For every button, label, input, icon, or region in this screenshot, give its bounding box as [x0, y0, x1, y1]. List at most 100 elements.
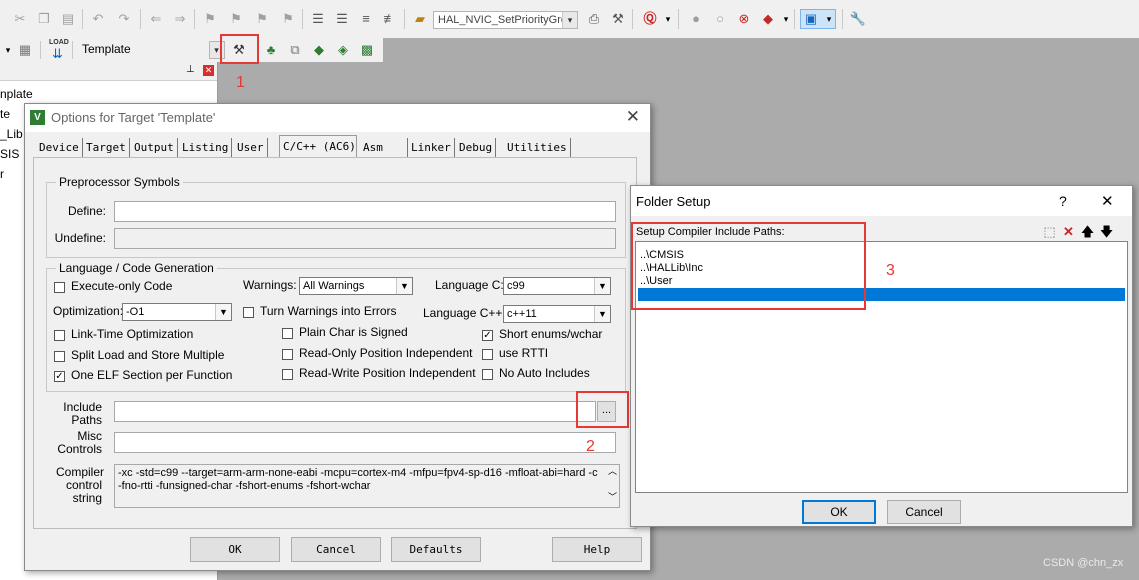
- window-layout-button[interactable]: ▣ ▾: [800, 9, 836, 29]
- copy-icon[interactable]: ❐: [36, 11, 52, 27]
- delete-icon[interactable]: ✕: [1060, 224, 1077, 240]
- chevron-down-icon: ▾: [826, 14, 832, 24]
- find-icon[interactable]: ⎙: [586, 11, 602, 27]
- optimization-select[interactable]: -O1 ▼: [122, 303, 232, 321]
- incremental-find-icon[interactable]: ⚒: [610, 11, 626, 27]
- use-rtti-checkbox[interactable]: [482, 349, 493, 360]
- clear-bookmarks-icon[interactable]: ⚑: [280, 11, 296, 27]
- chevron-down-icon[interactable]: ▾: [660, 11, 676, 27]
- one-elf-checkbox[interactable]: ✓: [54, 371, 65, 382]
- options-dialog-titlebar: V Options for Target 'Template' ✕: [25, 104, 650, 132]
- short-enums-checkbox[interactable]: ✓: [482, 330, 493, 341]
- paste-icon[interactable]: ▤: [60, 11, 76, 27]
- chevron-down-icon[interactable]: ▾: [0, 42, 16, 58]
- undo-icon[interactable]: ↶: [90, 11, 106, 27]
- indent-icon[interactable]: ☰: [310, 11, 326, 27]
- configure-icon[interactable]: 🔧: [850, 11, 866, 27]
- function-combo[interactable]: HAL_NVIC_SetPriorityGro ▾: [433, 11, 578, 29]
- annotation-number-3: 3: [886, 262, 895, 279]
- tree-item[interactable]: SIS: [0, 147, 19, 161]
- tab-cpp-ac6[interactable]: C/C++ (AC6): [279, 135, 357, 158]
- language-c-select[interactable]: c99 ▼: [503, 277, 611, 295]
- tab-target[interactable]: Target: [83, 138, 130, 157]
- manage-project-icon[interactable]: ♣: [263, 42, 279, 58]
- tree-item[interactable]: te: [0, 107, 10, 121]
- kill-breakpoints-icon[interactable]: ⊗: [736, 11, 752, 27]
- uncomment-icon[interactable]: ≢: [382, 11, 398, 27]
- link-time-checkbox[interactable]: [54, 330, 65, 341]
- manage-run-time-icon[interactable]: ◆: [311, 42, 327, 58]
- find-in-files-icon[interactable]: ▰: [412, 11, 428, 27]
- help-button[interactable]: Help: [552, 537, 642, 562]
- link-time-label: Link-Time Optimization: [71, 327, 194, 341]
- chevron-down-icon[interactable]: ▾: [778, 11, 794, 27]
- plain-char-checkbox[interactable]: [282, 328, 293, 339]
- options-dialog: V Options for Target 'Template' ✕ Device…: [24, 103, 651, 571]
- debug-session-icon[interactable]: Ⓠ: [642, 11, 658, 27]
- undefine-input[interactable]: [114, 228, 616, 249]
- close-icon[interactable]: ✕: [1101, 192, 1114, 210]
- cancel-button[interactable]: Cancel: [291, 537, 381, 562]
- no-auto-checkbox[interactable]: [482, 369, 493, 380]
- cut-icon[interactable]: ✂: [12, 11, 28, 27]
- pack-installer-icon[interactable]: ▩: [359, 42, 375, 58]
- cpp-tab-page: Preprocessor Symbols Define: Undefine: L…: [33, 157, 637, 529]
- tree-item[interactable]: nplate: [0, 87, 33, 101]
- next-bookmark-icon[interactable]: ⚑: [254, 11, 270, 27]
- close-icon[interactable]: ✕: [203, 65, 214, 76]
- include-paths-input[interactable]: [114, 401, 596, 422]
- misc-controls-input[interactable]: [114, 432, 616, 453]
- batch-build-icon[interactable]: ▦: [17, 42, 33, 58]
- nav-back-icon[interactable]: ⇐: [148, 11, 164, 27]
- annotation-box-1: [220, 34, 259, 64]
- execute-only-checkbox[interactable]: [54, 282, 65, 293]
- tab-output[interactable]: Output: [131, 138, 178, 157]
- tab-linker[interactable]: Linker: [408, 138, 455, 157]
- folder-cancel-button[interactable]: Cancel: [887, 500, 961, 524]
- close-icon[interactable]: ✕: [626, 107, 640, 127]
- disable-all-breakpoints-icon[interactable]: ◆: [760, 11, 776, 27]
- select-packs-icon[interactable]: ◈: [335, 42, 351, 58]
- tree-item[interactable]: _Lib: [0, 127, 23, 141]
- ropi-checkbox[interactable]: [282, 349, 293, 360]
- nav-forward-icon[interactable]: ⇒: [172, 11, 188, 27]
- tab-user[interactable]: User: [234, 138, 268, 157]
- annotation-number-1: 1: [236, 74, 245, 91]
- tab-asm[interactable]: Asm: [360, 138, 408, 157]
- pin-icon[interactable]: ⊥: [186, 64, 195, 75]
- compiler-control-textarea[interactable]: -xc -std=c99 --target=arm-arm-none-eabi …: [114, 464, 620, 508]
- target-combo[interactable]: Template: [78, 41, 224, 60]
- warnings-select[interactable]: All Warnings ▼: [299, 277, 413, 295]
- tab-utilities[interactable]: Utilities: [504, 138, 571, 157]
- tree-item[interactable]: r: [0, 167, 4, 181]
- move-up-icon[interactable]: 🡅: [1079, 224, 1096, 240]
- new-folder-icon[interactable]: ⬚: [1041, 224, 1058, 240]
- breakpoint-icon[interactable]: ●: [688, 11, 704, 27]
- split-load-checkbox[interactable]: [54, 351, 65, 362]
- prev-bookmark-icon[interactable]: ⚑: [228, 11, 244, 27]
- language-cpp-select[interactable]: c++11 ▼: [503, 305, 611, 323]
- compiler-string-line-2: -fno-rtti -funsigned-char -fshort-enums …: [118, 480, 371, 492]
- scroll-down-icon[interactable]: ﹀: [608, 491, 617, 504]
- folder-ok-button[interactable]: OK: [802, 500, 876, 524]
- turn-warnings-checkbox[interactable]: [243, 307, 254, 318]
- tab-listing[interactable]: Listing: [179, 138, 233, 157]
- include-paths-label: Include: [63, 400, 102, 414]
- file-extensions-icon[interactable]: ⧉: [287, 42, 303, 58]
- redo-icon[interactable]: ↷: [116, 11, 132, 27]
- download-button[interactable]: LOAD ⇊: [47, 39, 69, 61]
- ok-button[interactable]: OK: [190, 537, 280, 562]
- tab-debug[interactable]: Debug: [456, 138, 497, 157]
- tab-device[interactable]: Device: [36, 138, 83, 157]
- chevron-down-icon: ▼: [396, 278, 412, 294]
- help-icon[interactable]: ?: [1059, 193, 1067, 209]
- defaults-button[interactable]: Defaults: [391, 537, 481, 562]
- bookmark-icon[interactable]: ⚑: [202, 11, 218, 27]
- disable-breakpoint-icon[interactable]: ○: [712, 11, 728, 27]
- move-down-icon[interactable]: 🡇: [1098, 224, 1115, 240]
- unindent-icon[interactable]: ☰: [334, 11, 350, 27]
- scroll-up-icon[interactable]: ︿: [608, 465, 617, 478]
- comment-icon[interactable]: ≡: [358, 11, 374, 27]
- define-input[interactable]: [114, 201, 616, 222]
- rwpi-checkbox[interactable]: [282, 369, 293, 380]
